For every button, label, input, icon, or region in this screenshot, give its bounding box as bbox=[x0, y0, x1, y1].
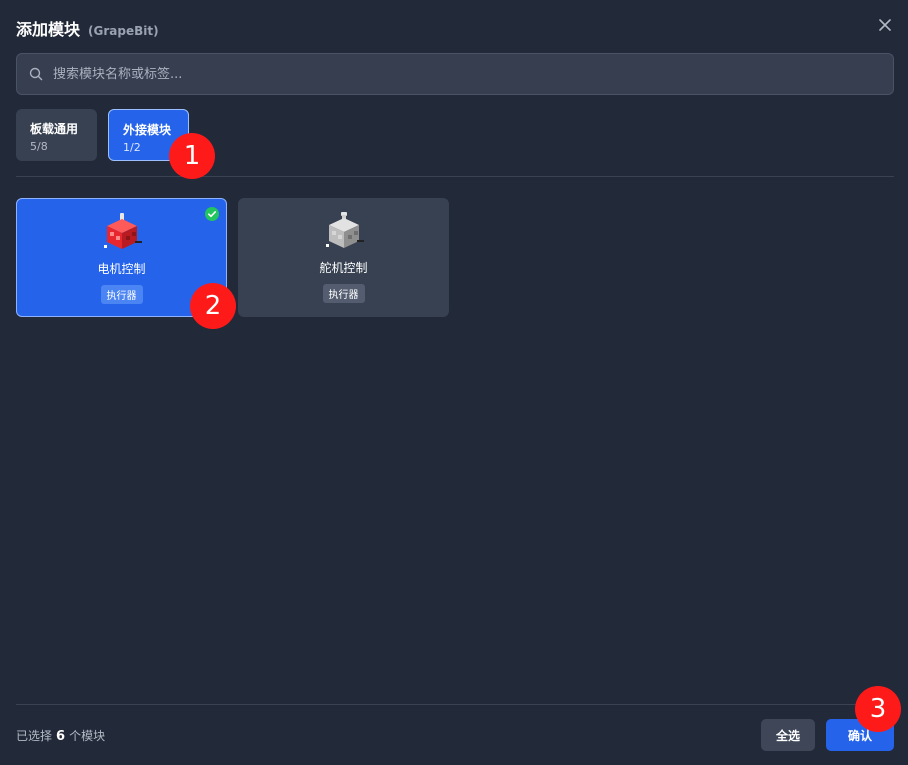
close-icon bbox=[879, 19, 891, 31]
annotation-marker-3: 3 bbox=[855, 686, 901, 732]
check-icon bbox=[205, 207, 219, 221]
selection-suffix: 个模块 bbox=[69, 729, 106, 743]
module-tag: 执行器 bbox=[100, 285, 143, 304]
dialog-title: 添加模块 bbox=[16, 20, 81, 39]
module-name: 电机控制 bbox=[97, 262, 146, 276]
search-input[interactable] bbox=[53, 54, 893, 94]
module-card-servo-control[interactable]: 舵机控制 执行器 bbox=[238, 198, 449, 317]
add-module-dialog: 添加模块 (GrapeBit) 板载通用 5/8 外接模块 1/2 bbox=[0, 0, 908, 765]
selection-count: 6 bbox=[56, 729, 66, 744]
annotation-marker-1: 1 bbox=[169, 133, 215, 179]
tab-count: 1/2 bbox=[123, 141, 141, 154]
search-box[interactable] bbox=[16, 53, 894, 95]
selection-summary: 已选择 6 个模块 bbox=[16, 727, 105, 744]
motor-module-icon bbox=[103, 213, 142, 249]
selection-prefix: 已选择 bbox=[16, 729, 53, 743]
tab-label: 板载通用 bbox=[30, 122, 79, 136]
dialog-title-row: 添加模块 (GrapeBit) bbox=[16, 16, 159, 39]
tab-count: 5/8 bbox=[30, 140, 48, 153]
module-tag: 执行器 bbox=[322, 284, 365, 303]
tab-onboard-general[interactable]: 板载通用 5/8 bbox=[16, 109, 97, 161]
close-button[interactable] bbox=[876, 16, 894, 34]
search-icon bbox=[29, 67, 43, 81]
divider bbox=[16, 176, 894, 177]
servo-module-icon bbox=[325, 212, 364, 248]
module-name: 舵机控制 bbox=[319, 261, 368, 275]
select-all-button[interactable]: 全选 bbox=[761, 719, 815, 751]
annotation-marker-2: 2 bbox=[190, 283, 236, 329]
footer-divider bbox=[16, 704, 894, 705]
tab-label: 外接模块 bbox=[123, 123, 172, 137]
dialog-subtitle: (GrapeBit) bbox=[88, 24, 159, 38]
